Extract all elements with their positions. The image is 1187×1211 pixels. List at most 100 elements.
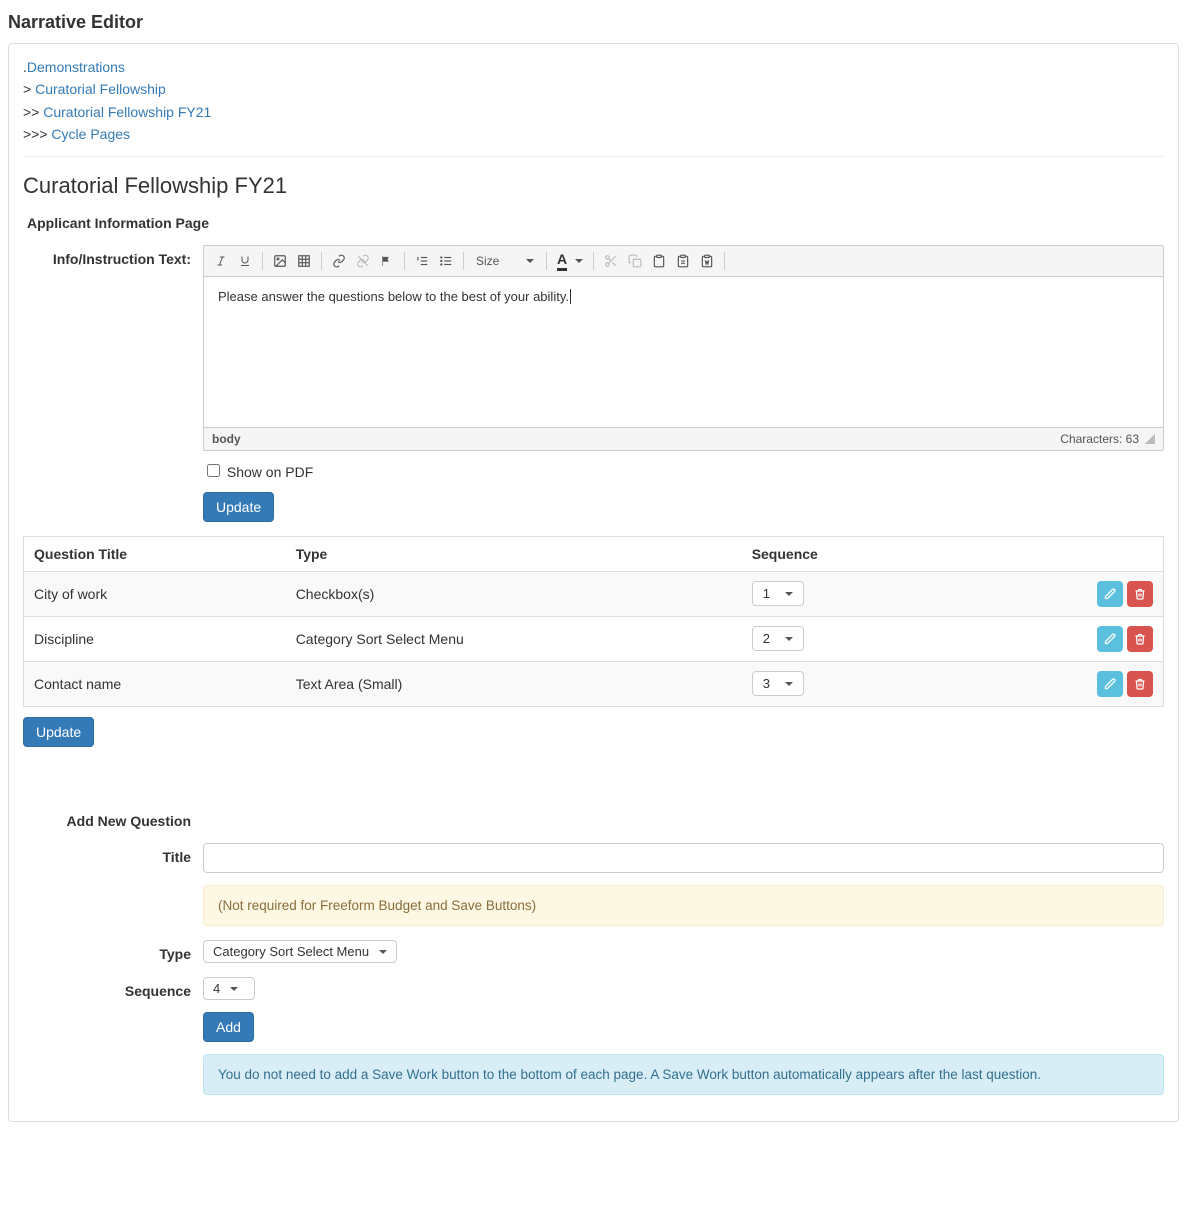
cell-type: Category Sort Select Menu	[286, 616, 742, 661]
show-on-pdf-checkbox[interactable]	[207, 464, 220, 477]
divider	[23, 156, 1164, 157]
section-title: Applicant Information Page	[27, 215, 1164, 231]
cell-sequence: 2	[742, 616, 970, 661]
show-on-pdf-text: Show on PDF	[227, 464, 313, 480]
type-dropdown-value: Category Sort Select Menu	[213, 944, 369, 959]
unlink-icon	[352, 250, 374, 272]
bulleted-list-icon[interactable]	[435, 250, 457, 272]
chevron-down-icon	[785, 682, 793, 686]
editor-content-text: Please answer the questions below to the…	[218, 289, 569, 304]
trash-icon	[1134, 588, 1146, 600]
col-type: Type	[286, 536, 742, 571]
chevron-down-icon	[526, 259, 534, 263]
questions-table: Question Title Type Sequence City of wor…	[23, 536, 1164, 707]
toolbar-separator	[404, 252, 405, 270]
cell-type: Text Area (Small)	[286, 661, 742, 706]
breadcrumb-link-curatorial-fellowship-fy21[interactable]: Curatorial Fellowship FY21	[43, 104, 211, 120]
edit-button[interactable]	[1097, 581, 1123, 607]
toolbar-separator	[262, 252, 263, 270]
cell-actions	[970, 616, 1164, 661]
text-cursor	[570, 289, 571, 304]
type-dropdown[interactable]: Category Sort Select Menu	[203, 940, 397, 963]
save-work-info-note: You do not need to add a Save Work butto…	[203, 1054, 1164, 1095]
sequence-select[interactable]: 1	[752, 581, 804, 606]
table-icon[interactable]	[293, 250, 315, 272]
breadcrumb: .Demonstrations > Curatorial Fellowship …	[23, 56, 1164, 146]
cell-sequence: 3	[742, 661, 970, 706]
delete-button[interactable]	[1127, 671, 1153, 697]
edit-button[interactable]	[1097, 671, 1123, 697]
paste-text-icon[interactable]	[672, 250, 694, 272]
add-button[interactable]: Add	[203, 1012, 254, 1042]
numbered-list-icon[interactable]	[411, 250, 433, 272]
breadcrumb-link-curatorial-fellowship[interactable]: Curatorial Fellowship	[35, 81, 166, 97]
table-row: Contact nameText Area (Small) 3	[24, 661, 1164, 706]
delete-button[interactable]	[1127, 626, 1153, 652]
breadcrumb-prefix-1: >	[23, 81, 35, 97]
copy-icon	[624, 250, 646, 272]
main-panel: .Demonstrations > Curatorial Fellowship …	[8, 43, 1179, 1122]
cut-icon	[600, 250, 622, 272]
text-color-button[interactable]: A	[553, 251, 587, 271]
resize-handle-icon[interactable]	[1145, 434, 1155, 444]
chevron-down-icon	[785, 592, 793, 596]
sequence-select[interactable]: 2	[752, 626, 804, 651]
editor-path: body	[212, 432, 241, 446]
paste-word-icon[interactable]	[696, 250, 718, 272]
cell-type: Checkbox(s)	[286, 571, 742, 616]
table-row: DisciplineCategory Sort Select Menu 2	[24, 616, 1164, 661]
chevron-down-icon	[785, 637, 793, 641]
trash-icon	[1134, 633, 1146, 645]
pencil-icon	[1104, 633, 1116, 645]
cell-question-title: Contact name	[24, 661, 286, 706]
editor-statusbar: body Characters: 63	[204, 427, 1163, 450]
type-label: Type	[23, 940, 203, 963]
cell-question-title: Discipline	[24, 616, 286, 661]
info-instruction-label: Info/Instruction Text:	[23, 245, 203, 522]
editor-toolbar: Size A	[204, 246, 1163, 277]
trash-icon	[1134, 678, 1146, 690]
page-title: Narrative Editor	[8, 12, 1179, 33]
update-table-button[interactable]: Update	[23, 717, 94, 747]
sequence-value: 1	[763, 586, 770, 601]
delete-button[interactable]	[1127, 581, 1153, 607]
underline-icon[interactable]	[234, 250, 256, 272]
toolbar-separator	[546, 252, 547, 270]
italic-icon[interactable]	[210, 250, 232, 272]
sequence-value: 3	[763, 676, 770, 691]
editor-textarea[interactable]: Please answer the questions below to the…	[204, 277, 1163, 427]
update-button[interactable]: Update	[203, 492, 274, 522]
paste-icon[interactable]	[648, 250, 670, 272]
toolbar-separator	[593, 252, 594, 270]
table-row: City of workCheckbox(s) 1	[24, 571, 1164, 616]
edit-button[interactable]	[1097, 626, 1123, 652]
breadcrumb-link-cycle-pages[interactable]: Cycle Pages	[51, 126, 130, 142]
sequence-label: Sequence	[23, 977, 203, 1095]
font-size-label: Size	[476, 254, 499, 268]
editor-char-count: Characters: 63	[1060, 432, 1139, 446]
font-size-dropdown[interactable]: Size	[470, 254, 540, 268]
breadcrumb-link-demonstrations[interactable]: Demonstrations	[27, 59, 125, 75]
toolbar-separator	[463, 252, 464, 270]
rich-text-editor: Size A Please answer the questions below…	[203, 245, 1164, 451]
cell-sequence: 1	[742, 571, 970, 616]
show-on-pdf-label[interactable]: Show on PDF	[203, 464, 313, 480]
sequence-dropdown[interactable]: 4	[203, 977, 255, 1000]
pencil-icon	[1104, 678, 1116, 690]
sequence-select[interactable]: 3	[752, 671, 804, 696]
cell-question-title: City of work	[24, 571, 286, 616]
chevron-down-icon	[230, 987, 238, 991]
chevron-down-icon	[379, 950, 387, 954]
link-icon[interactable]	[328, 250, 350, 272]
title-input[interactable]	[203, 843, 1164, 873]
title-hint: (Not required for Freeform Budget and Sa…	[203, 885, 1164, 926]
title-label: Title	[23, 843, 203, 926]
toolbar-separator	[321, 252, 322, 270]
image-icon[interactable]	[269, 250, 291, 272]
anchor-flag-icon[interactable]	[376, 250, 398, 272]
sequence-value: 2	[763, 631, 770, 646]
cell-actions	[970, 661, 1164, 706]
cell-actions	[970, 571, 1164, 616]
col-sequence: Sequence	[742, 536, 970, 571]
col-question-title: Question Title	[24, 536, 286, 571]
